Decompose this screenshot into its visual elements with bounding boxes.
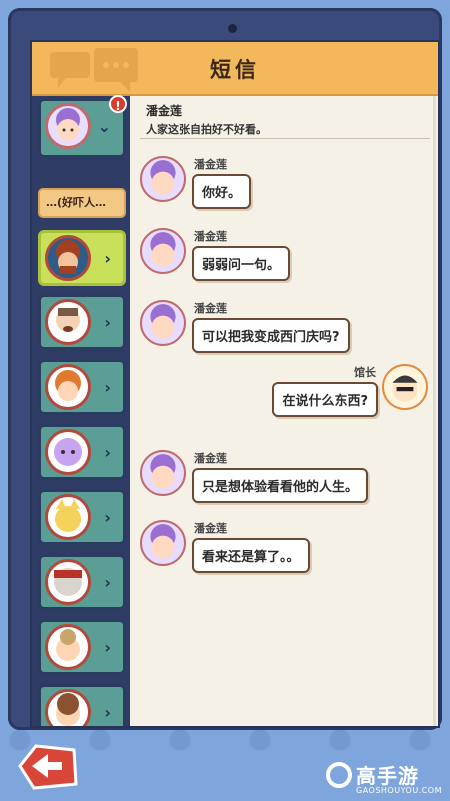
chat-panel[interactable]: 潘金莲 人家这张自拍好不好看。 潘金莲 你好。 潘金莲 弱弱问一句。 潘金莲 可… (130, 96, 438, 726)
message-bubble: 看来还是算了。。 (192, 538, 310, 573)
contact-card-pan-jinlian[interactable]: ⌄ ! (38, 95, 127, 158)
chevron-right-icon: › (104, 638, 111, 657)
back-button[interactable] (14, 740, 80, 792)
contact-card[interactable]: › (38, 294, 126, 350)
avatar (140, 228, 186, 274)
phone-frame: 短信 ⌄ ! …(好吓人… › › › › › › › › 潘金莲 人家这张自拍… (8, 8, 442, 730)
message-sender: 潘金莲 (194, 302, 227, 315)
chevron-right-icon: › (104, 313, 111, 332)
avatar (45, 103, 91, 149)
camera-icon (228, 24, 237, 33)
avatar (382, 364, 428, 410)
new-message-badge: ! (109, 95, 127, 113)
brand-name: 高手游 (356, 764, 419, 788)
scrollbar[interactable] (433, 96, 436, 726)
chevron-right-icon: › (104, 249, 111, 268)
avatar (45, 429, 91, 475)
contact-card[interactable]: › (38, 359, 126, 415)
avatar (45, 559, 91, 605)
chevron-right-icon: › (104, 508, 111, 527)
message-sender: 潘金莲 (194, 452, 227, 465)
contact-card[interactable]: › (38, 554, 126, 610)
message-bubble: 可以把我变成西门庆吗? (192, 318, 350, 353)
contact-status-message: 人家这张自拍好不好看。 (146, 123, 267, 136)
contact-card[interactable]: › (38, 424, 126, 480)
message-sender: 潘金莲 (194, 522, 227, 535)
chevron-right-icon: › (104, 573, 111, 592)
chevron-right-icon: › (104, 443, 111, 462)
message-bubble: 只是想体验看看他的人生。 (192, 468, 369, 503)
contact-preview[interactable]: …(好吓人… (38, 188, 126, 218)
avatar (45, 299, 91, 345)
message-bubble: 弱弱问一句。 (192, 246, 291, 281)
divider (140, 138, 430, 139)
message-bubble: 你好。 (192, 174, 252, 209)
contact-card[interactable]: › (38, 619, 126, 675)
contact-card[interactable]: › (38, 489, 126, 545)
brand-logo-icon (326, 762, 352, 788)
chevron-right-icon: › (104, 378, 111, 397)
avatar (140, 520, 186, 566)
avatar (45, 364, 91, 410)
avatar (140, 450, 186, 496)
contact-list[interactable]: ⌄ ! …(好吓人… › › › › › › › › (32, 95, 130, 726)
avatar (45, 235, 91, 281)
avatar (45, 689, 91, 726)
message-sender: 潘金莲 (194, 158, 227, 171)
contact-name: 潘金莲 (146, 104, 183, 118)
message-sender: 潘金莲 (194, 230, 227, 243)
message-bubble: 在说什么东西? (272, 382, 378, 417)
chevron-down-icon: ⌄ (97, 117, 111, 136)
contact-card[interactable]: › (38, 684, 126, 726)
contact-card-selected[interactable]: › (38, 230, 126, 286)
chevron-right-icon: › (104, 703, 111, 722)
watermark-logo: 高手游 GAOSHOUYOU.COM (326, 760, 446, 798)
header-bar: 短信 (32, 42, 438, 96)
message-sender: 馆长 (354, 366, 376, 379)
avatar (140, 156, 186, 202)
avatar (45, 494, 91, 540)
brand-domain: GAOSHOUYOU.COM (356, 786, 443, 795)
page-title: 短信 (210, 58, 260, 82)
avatar (45, 624, 91, 670)
messages-screen: 短信 ⌄ ! …(好吓人… › › › › › › › › 潘金莲 人家这张自拍… (30, 40, 440, 728)
avatar (140, 300, 186, 346)
chat-header: 潘金莲 人家这张自拍好不好看。 (146, 102, 426, 137)
